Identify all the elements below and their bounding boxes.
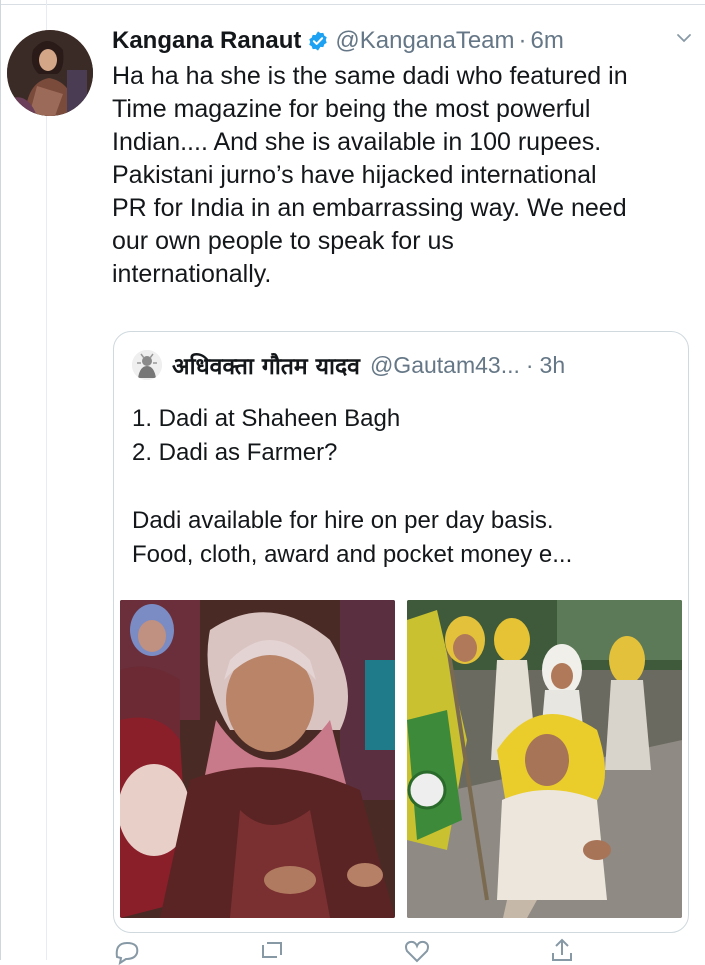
- quoted-separator: ·: [525, 351, 534, 378]
- photo-shaheen-bagh[interactable]: [120, 600, 395, 918]
- reply-icon: [115, 941, 139, 965]
- verified-badge-icon: [309, 31, 328, 51]
- display-name[interactable]: Kangana Ranaut: [112, 27, 301, 55]
- left-border: [0, 0, 1, 960]
- tweet-header: Kangana Ranaut @KanganaTeam · 6m: [112, 24, 692, 58]
- quoted-handle: @Gautam43...: [369, 351, 520, 378]
- handle[interactable]: @KanganaTeam: [335, 27, 514, 55]
- like-button[interactable]: [402, 935, 547, 965]
- quoted-media: [120, 600, 682, 922]
- top-divider: [0, 4, 705, 5]
- retweet-button[interactable]: [257, 935, 402, 965]
- photo-farmer-protest[interactable]: [407, 600, 682, 918]
- thread-line: [46, 0, 47, 960]
- separator: ·: [518, 27, 527, 54]
- reply-button[interactable]: [112, 935, 257, 965]
- quoted-tweet-header: अधिवक्ता गौतम यादव @Gautam43... · 3h: [132, 350, 565, 380]
- chevron-down-icon[interactable]: [674, 28, 694, 48]
- quoted-tweet-card[interactable]: अधिवक्ता गौतम यादव @Gautam43... · 3h 1. …: [113, 331, 689, 933]
- share-icon: [552, 938, 572, 961]
- tweet-text: Ha ha ha she is the same dadi who featur…: [112, 62, 628, 288]
- quoted-display-name: अधिवक्ता गौतम यादव: [172, 354, 360, 380]
- avatar[interactable]: [7, 30, 93, 116]
- quoted-timestamp: 3h: [539, 351, 566, 378]
- share-button[interactable]: [547, 935, 692, 965]
- quoted-avatar: [132, 350, 162, 380]
- quoted-tweet-text: 1. Dadi at Shaheen Bagh 2. Dadi as Farme…: [132, 405, 573, 568]
- retweet-icon: [262, 942, 282, 958]
- timestamp[interactable]: 6m: [531, 27, 564, 55]
- tweet-actions: [112, 938, 692, 965]
- like-icon: [405, 940, 429, 963]
